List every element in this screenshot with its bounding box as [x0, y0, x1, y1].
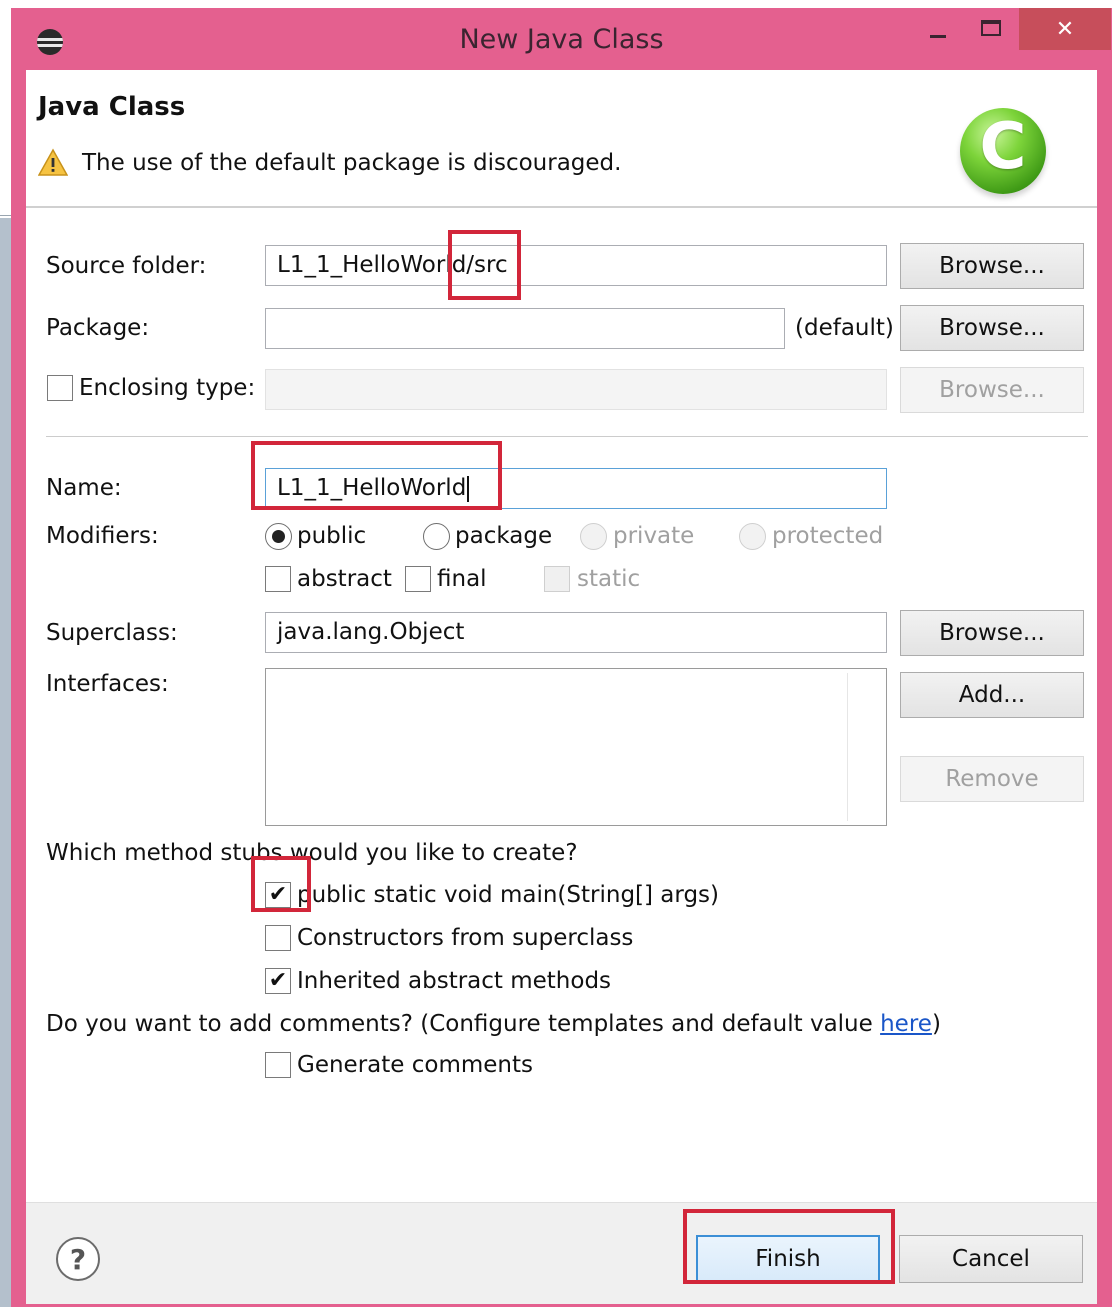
- page-title: Java Class: [38, 92, 186, 122]
- static-label: static: [577, 566, 641, 592]
- comments-question-end: ): [931, 1011, 941, 1037]
- modifiers-label: Modifiers:: [46, 523, 159, 549]
- class-form: Source folder: L1_1_HelloWorld/src Brows…: [26, 210, 1097, 1210]
- public-label: public: [297, 523, 367, 549]
- title-bar[interactable]: New Java Class ✕: [11, 8, 1112, 70]
- protected-label: protected: [772, 523, 884, 549]
- minimize-button[interactable]: [917, 8, 959, 48]
- protected-radio: [739, 523, 766, 550]
- interfaces-label: Interfaces:: [46, 671, 169, 697]
- name-input[interactable]: L1_1_HelloWorld: [265, 468, 887, 509]
- constructors-checkbox[interactable]: [265, 925, 291, 951]
- configure-templates-link[interactable]: here: [880, 1011, 932, 1037]
- static-checkbox: [544, 566, 570, 592]
- inherited-methods-label: Inherited abstract methods: [297, 968, 612, 994]
- source-folder-label: Source folder:: [46, 253, 207, 279]
- enclosing-type-browse-button: Browse...: [900, 367, 1084, 413]
- generate-comments-label: Generate comments: [297, 1052, 533, 1078]
- package-input[interactable]: [265, 308, 785, 349]
- package-radio[interactable]: [423, 523, 450, 550]
- final-checkbox[interactable]: [405, 566, 431, 592]
- final-label: final: [437, 566, 487, 592]
- source-folder-browse-button[interactable]: Browse...: [900, 243, 1084, 289]
- source-folder-input[interactable]: L1_1_HelloWorld/src: [265, 245, 887, 286]
- wizard-header: Java Class The use of the default packag…: [26, 70, 1097, 208]
- package-modifier-label: package: [455, 523, 553, 549]
- package-browse-button[interactable]: Browse...: [900, 305, 1084, 351]
- name-label: Name:: [46, 475, 122, 501]
- comments-question-text: Do you want to add comments? (Configure …: [46, 1011, 881, 1037]
- warning-icon: [38, 148, 68, 176]
- finish-button[interactable]: Finish: [696, 1235, 880, 1283]
- close-button[interactable]: ✕: [1019, 8, 1111, 50]
- button-bar: ? Finish Cancel: [26, 1202, 1097, 1304]
- comments-question: Do you want to add comments? (Configure …: [46, 1011, 941, 1037]
- enclosing-type-checkbox[interactable]: [47, 375, 73, 401]
- constructors-label: Constructors from superclass: [297, 925, 634, 951]
- method-stubs-question: Which method stubs would you like to cre…: [46, 840, 578, 866]
- name-input-value: L1_1_HelloWorld: [277, 475, 467, 501]
- enclosing-type-label: Enclosing type:: [79, 375, 256, 401]
- inherited-methods-checkbox[interactable]: ✔: [265, 968, 291, 994]
- cancel-button[interactable]: Cancel: [899, 1235, 1083, 1283]
- superclass-input[interactable]: java.lang.Object: [265, 612, 887, 653]
- checkmark-icon: ✔: [268, 882, 288, 907]
- separator: [46, 436, 1088, 437]
- superclass-label: Superclass:: [46, 620, 178, 646]
- private-radio: [580, 523, 607, 550]
- new-java-class-dialog: New Java Class ✕ Java Class The use of t…: [11, 8, 1112, 1307]
- abstract-checkbox[interactable]: [265, 566, 291, 592]
- dialog-body: Java Class The use of the default packag…: [26, 70, 1097, 1304]
- main-method-checkbox[interactable]: ✔: [265, 882, 291, 908]
- interfaces-add-button[interactable]: Add...: [900, 672, 1084, 718]
- enclosing-type-input: [265, 369, 887, 410]
- logo-letter: C: [979, 110, 1027, 184]
- close-icon: ✕: [1055, 16, 1075, 42]
- main-method-label: public static void main(String[] args): [297, 882, 719, 908]
- interfaces-remove-button: Remove: [900, 756, 1084, 802]
- abstract-label: abstract: [297, 566, 392, 592]
- minimize-icon: [930, 34, 946, 38]
- private-label: private: [613, 523, 695, 549]
- package-label: Package:: [46, 315, 150, 341]
- generate-comments-checkbox[interactable]: [265, 1052, 291, 1078]
- interfaces-list[interactable]: [265, 668, 887, 826]
- warning-message: The use of the default package is discou…: [82, 150, 622, 176]
- checkmark-icon: ✔: [268, 968, 288, 993]
- maximize-button[interactable]: [969, 8, 1013, 48]
- public-radio[interactable]: [265, 523, 292, 550]
- interfaces-list-divider: [847, 673, 848, 821]
- text-cursor: [467, 475, 470, 502]
- superclass-browse-button[interactable]: Browse...: [900, 610, 1084, 656]
- java-class-logo-icon: C: [960, 108, 1046, 194]
- help-icon[interactable]: ?: [56, 1237, 100, 1281]
- package-default-label: (default): [795, 315, 894, 341]
- maximize-icon: [981, 20, 1001, 36]
